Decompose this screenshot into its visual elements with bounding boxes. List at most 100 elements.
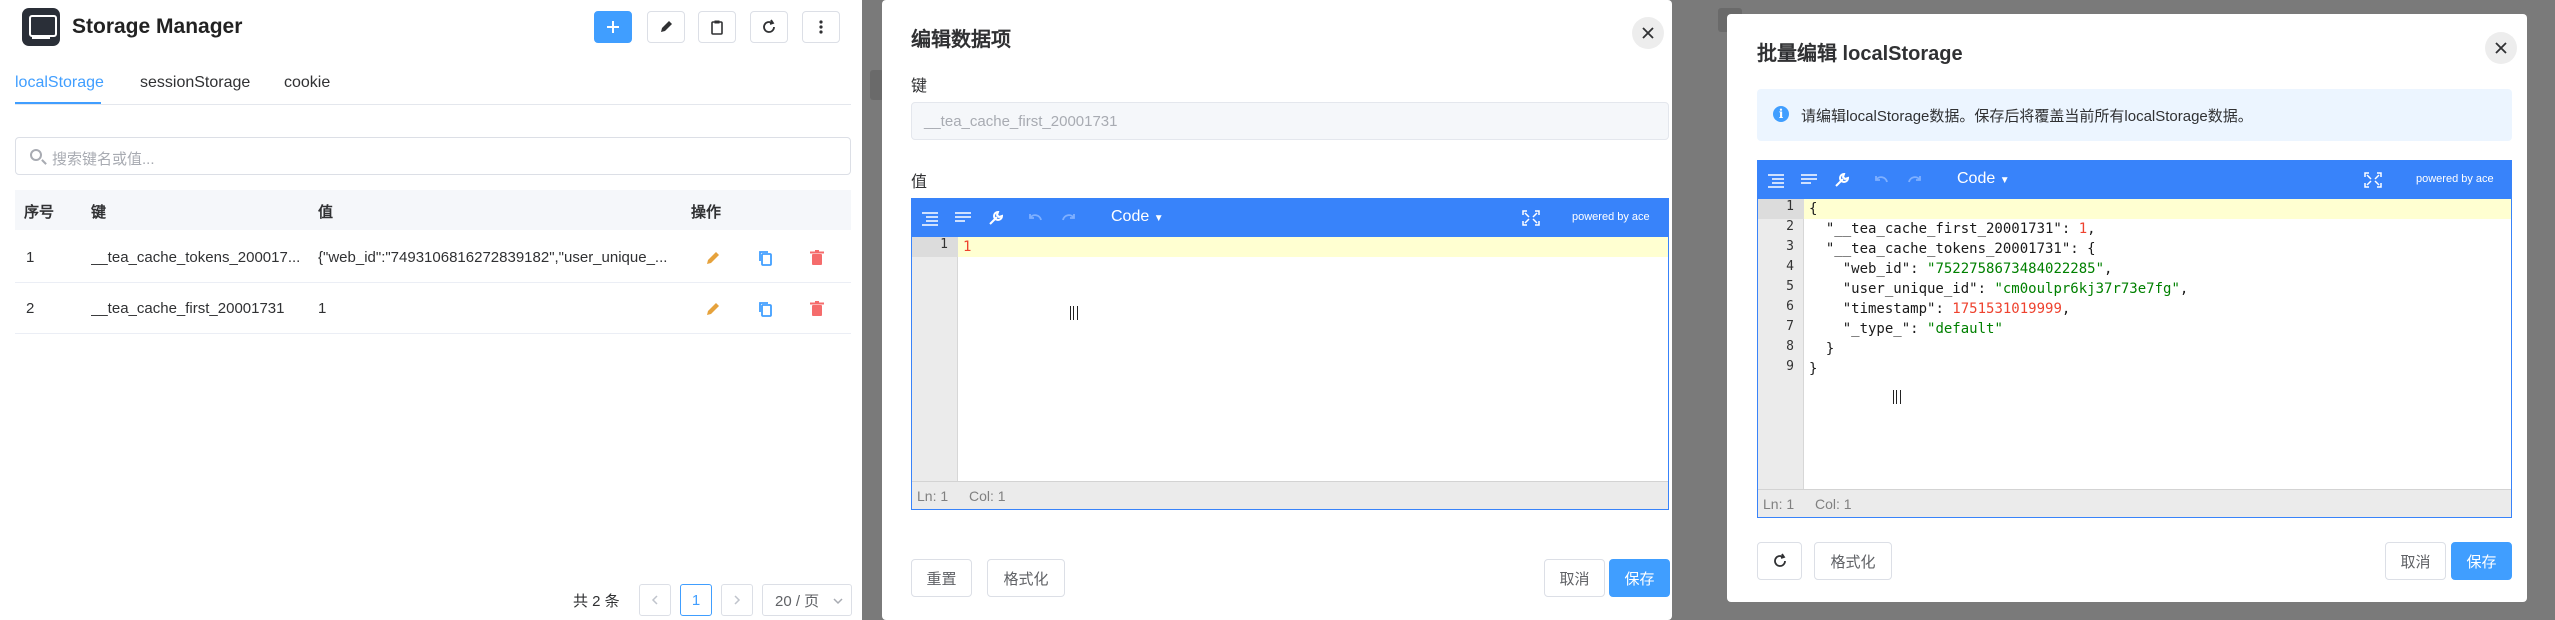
next-page-button[interactable]	[721, 584, 753, 616]
undo-icon[interactable]	[1026, 210, 1044, 226]
line-number: 9	[1786, 359, 1794, 374]
caret-down-icon: ▼	[1153, 213, 1164, 224]
cancel-button[interactable]: 取消	[2385, 542, 2446, 580]
status-line: Ln: 1	[917, 488, 949, 504]
redo-icon[interactable]	[1906, 172, 1924, 188]
redo-icon[interactable]	[1060, 210, 1078, 226]
save-button[interactable]: 保存	[1609, 559, 1670, 597]
fullscreen-icon[interactable]	[2364, 172, 2382, 188]
powered-by-ace: powered by ace	[1572, 211, 1650, 223]
save-button[interactable]: 保存	[2451, 542, 2512, 580]
code-line: "__tea_cache_first_20001731": 1,	[1825, 221, 2096, 237]
editor-gutter: 1 2 3 4 5 6 7 8 9	[1758, 199, 1804, 489]
close-button[interactable]	[1632, 17, 1664, 49]
edit-icon[interactable]	[703, 248, 723, 268]
compact-icon[interactable]	[954, 210, 972, 226]
code-key: "__tea_cache_tokens_20001731"	[1825, 241, 2071, 257]
line-number: 6	[1786, 299, 1794, 314]
powered-by-ace: powered by ace	[2416, 173, 2494, 185]
mode-selector[interactable]: Code ▼	[1957, 170, 2010, 188]
wrench-icon[interactable]	[1833, 172, 1851, 188]
key-input[interactable]: __tea_cache_first_20001731	[911, 102, 1669, 140]
refresh-icon	[763, 19, 775, 33]
info-alert: i 请编辑localStorage数据。保存后将覆盖当前所有localStora…	[1757, 89, 2512, 141]
code-line: }	[1809, 339, 1834, 359]
batch-edit-button[interactable]	[647, 11, 685, 43]
code-line: "user_unique_id": "cm0oulpr6kj37r73e7fg"…	[1842, 281, 2189, 297]
format-icon[interactable]	[1767, 172, 1785, 188]
row-index: 2	[26, 300, 35, 317]
reset-button[interactable]: 重置	[911, 559, 972, 597]
tab-cookie[interactable]: cookie	[284, 74, 330, 92]
fullscreen-icon[interactable]	[1522, 210, 1540, 226]
chevron-left-icon	[651, 595, 658, 605]
copy-icon[interactable]	[755, 299, 775, 319]
dialog-title: 批量编辑 localStorage	[1757, 43, 1963, 65]
header-actions: 操作	[691, 204, 722, 221]
table-row: 1 __tea_cache_tokens_200017... {"web_id"…	[15, 233, 851, 283]
edit-icon[interactable]	[703, 299, 723, 319]
cancel-button[interactable]: 取消	[1544, 559, 1605, 597]
line-number: 7	[1786, 319, 1794, 334]
format-icon[interactable]	[921, 210, 939, 226]
app-title: Storage Manager	[72, 15, 243, 38]
editor-gutter: 1	[912, 237, 958, 481]
caret-down-icon: ▼	[1999, 175, 2010, 186]
editor-statusbar: Ln: 1 Col: 1	[1758, 489, 2511, 517]
mode-selector[interactable]: Code ▼	[1111, 208, 1164, 226]
add-button[interactable]	[594, 11, 632, 43]
close-button[interactable]	[2485, 32, 2517, 64]
header-value: 值	[318, 204, 334, 221]
value-label: 值	[911, 174, 928, 191]
table-header: 序号 键 值 操作	[15, 190, 851, 230]
code-key: "web_id"	[1842, 261, 1911, 277]
compact-icon[interactable]	[1800, 172, 1818, 188]
code-key: "user_unique_id"	[1842, 281, 1978, 297]
format-button[interactable]: 格式化	[1814, 542, 1892, 580]
tab-localstorage[interactable]: localStorage	[15, 74, 104, 92]
prev-page-button[interactable]	[639, 584, 671, 616]
format-button[interactable]: 格式化	[987, 559, 1065, 597]
undo-icon[interactable]	[1872, 172, 1890, 188]
active-line-highlight	[1804, 199, 2511, 219]
pagination-total: 共 2 条	[573, 593, 620, 610]
batch-edit-panel: 批量编辑 localStorage i 请编辑localStorage数据。保存…	[1692, 0, 2555, 620]
value-editor[interactable]: Code ▼ powered by ace 1 1 Ln: 1 Col: 1	[911, 198, 1669, 510]
more-button[interactable]	[802, 11, 840, 43]
info-icon: i	[1773, 106, 1789, 122]
tab-sessionstorage[interactable]: sessionStorage	[140, 74, 250, 92]
search-icon	[30, 149, 42, 161]
refresh-button[interactable]	[750, 11, 788, 43]
page-size-select[interactable]: 20 / 页	[762, 584, 852, 616]
refresh-button[interactable]	[1757, 542, 1802, 580]
code-key: "_type_"	[1842, 321, 1911, 337]
code-line: 1	[963, 239, 972, 255]
row-key: __tea_cache_tokens_200017...	[91, 249, 301, 266]
code-value: 1751531019999	[1952, 301, 2062, 317]
wrench-icon[interactable]	[987, 210, 1005, 226]
delete-icon[interactable]	[807, 299, 827, 319]
copy-icon[interactable]	[755, 248, 775, 268]
text-cursor-icon	[1893, 390, 1901, 404]
active-line-highlight	[958, 237, 1668, 257]
chevron-right-icon	[734, 595, 741, 605]
close-icon	[1642, 27, 1654, 39]
batch-editor[interactable]: Code ▼ powered by ace 1 2 3 4 5 6 7 8 9 …	[1757, 160, 2512, 518]
line-number: 1	[1758, 199, 1804, 219]
dialog-title: 编辑数据项	[911, 29, 1011, 51]
editor-statusbar: Ln: 1 Col: 1	[912, 481, 1668, 509]
delete-icon[interactable]	[807, 248, 827, 268]
page-size-label: 20 / 页	[775, 592, 820, 610]
line-number: 1	[912, 237, 958, 257]
code-line: "_type_": "default"	[1842, 321, 2003, 337]
search-input[interactable]: 搜索键名或值...	[15, 137, 851, 175]
search-placeholder: 搜索键名或值...	[52, 151, 155, 168]
close-icon	[2495, 42, 2507, 54]
page-number[interactable]: 1	[680, 584, 712, 616]
text-cursor-icon	[1070, 306, 1078, 320]
header-key: 键	[91, 204, 107, 221]
key-label: 键	[911, 78, 928, 95]
batch-edit-dialog: 批量编辑 localStorage i 请编辑localStorage数据。保存…	[1727, 14, 2527, 602]
clipboard-button[interactable]	[698, 11, 736, 43]
plus-icon	[607, 21, 619, 33]
